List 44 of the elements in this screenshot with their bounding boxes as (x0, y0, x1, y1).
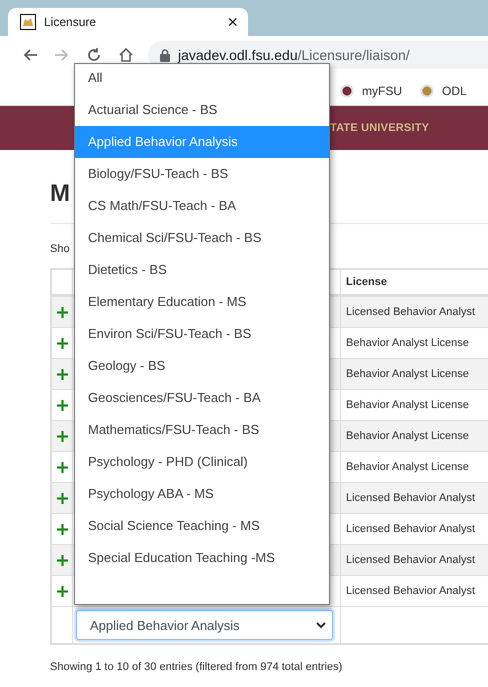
dropdown-option[interactable]: Geology - BS (75, 350, 329, 382)
plus-icon[interactable] (56, 306, 68, 318)
page-heading: M (50, 179, 70, 209)
dropdown-option[interactable]: Elementary Education - MS (75, 286, 329, 318)
university-name: TATE UNIVERSITY (330, 122, 430, 134)
table-info: Showing 1 to 10 of 30 entries (filtered from 974 total entries) (50, 661, 344, 673)
table-cell: Licensed Behavior Analyst (340, 482, 488, 514)
bookmark[interactable]: ODL (420, 84, 467, 98)
plus-icon[interactable] (56, 524, 68, 534)
plus-icon[interactable] (56, 462, 68, 472)
plus-icon[interactable] (56, 368, 68, 380)
dropdown-option[interactable]: Psychology - PHD (Clinical) (75, 446, 329, 478)
tab-title: Licensure (44, 15, 98, 29)
dropdown-option[interactable]: Mathematics/FSU-Teach - BS (75, 414, 329, 446)
reload-icon[interactable] (86, 47, 102, 63)
close-button[interactable]: × (227, 13, 238, 31)
table-cell: Behavior Analyst License (340, 358, 488, 390)
bookmark[interactable]: myFSU (340, 84, 402, 98)
plus-icon[interactable] (56, 586, 68, 596)
chevron-down-icon (316, 622, 326, 628)
dropdown-option[interactable]: Special Education Teaching -MS (75, 542, 329, 574)
table-cell: Behavior Analyst License (340, 420, 488, 452)
dropdown-option[interactable]: Actuarial Science - BS (75, 94, 329, 126)
plus-icon[interactable] (56, 430, 68, 442)
length-label: Sho (50, 242, 71, 256)
plus-icon[interactable] (56, 492, 68, 504)
home-icon[interactable] (118, 47, 134, 63)
filter-select[interactable]: Applied Behavior Analysis (76, 610, 333, 640)
dropdown-option[interactable]: Dietetics - BS (75, 254, 329, 286)
plus-icon[interactable] (56, 554, 68, 566)
dropdown-option[interactable]: CS Math/FSU-Teach - BA (75, 190, 329, 222)
dropdown-option[interactable]: Biology/FSU-Teach - BS (75, 158, 329, 190)
lock-icon (160, 48, 170, 62)
dropdown-option[interactable]: Geosciences/FSU-Teach - BA (75, 382, 329, 414)
browser-tab[interactable]: Licensure × (8, 8, 248, 36)
dropdown-option[interactable]: Social Science Teaching - MS (75, 510, 329, 542)
dropdown-option[interactable]: Psychology ABA - MS (75, 478, 329, 510)
back-icon[interactable] (22, 47, 38, 63)
dropdown-option[interactable]: Chemical Sci/FSU-Teach - BS (75, 222, 329, 254)
table-cell: Licensed Behavior Analyst (340, 296, 488, 328)
plus-icon[interactable] (56, 400, 68, 410)
plus-icon[interactable] (56, 338, 68, 348)
dropdown-option[interactable]: Environ Sci/FSU-Teach - BS (75, 318, 329, 350)
table-cell: Licensed Behavior Analyst (340, 544, 488, 576)
